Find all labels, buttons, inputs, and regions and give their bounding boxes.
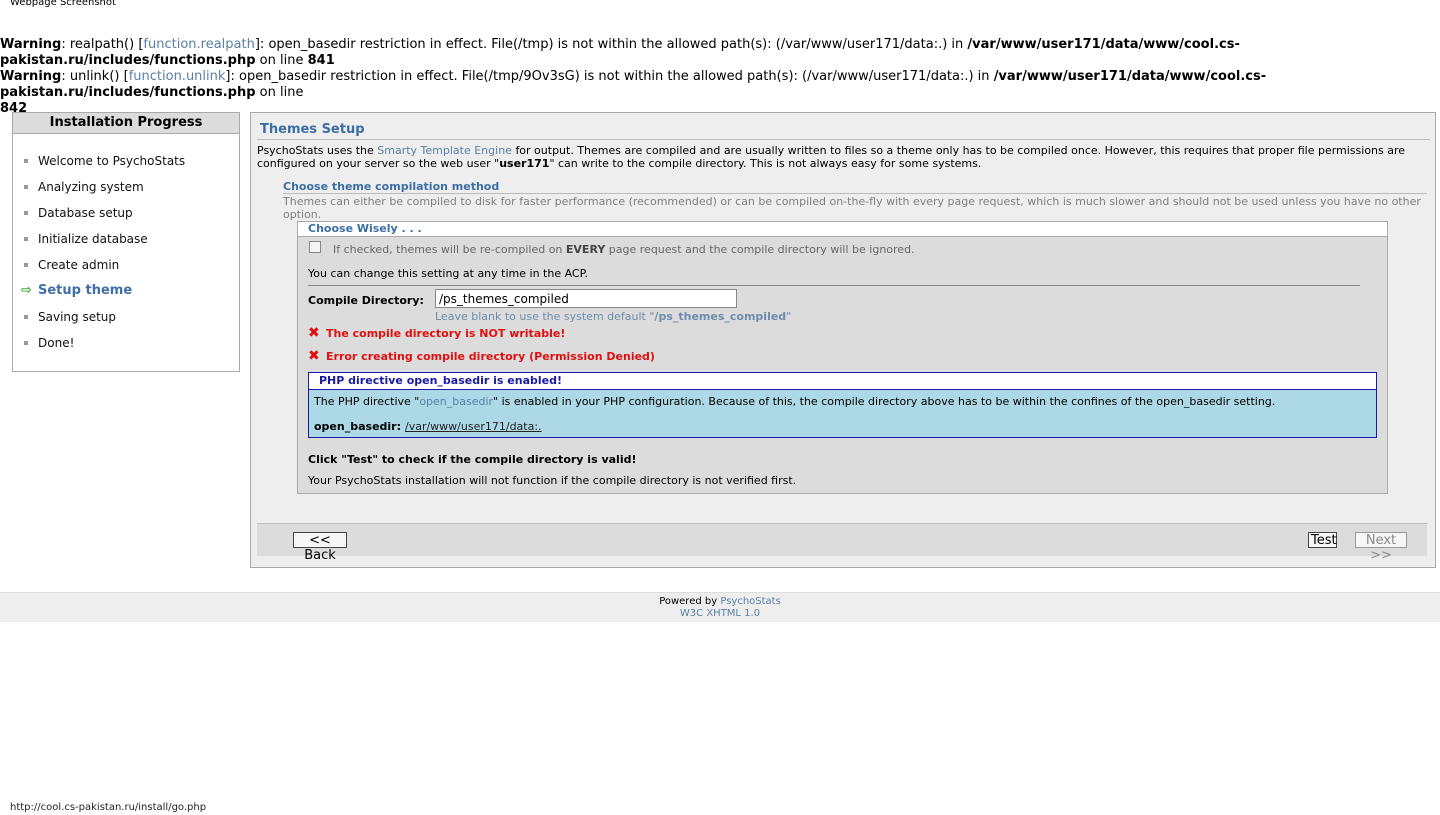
warning-on-line: on line [259, 85, 304, 100]
step-saving: Saving setup [13, 309, 239, 335]
page-title: Themes Setup [257, 119, 1430, 140]
step-label: Initialize database [38, 232, 148, 246]
test-note: Click "Test" to check if the compile dir… [308, 453, 637, 466]
open-basedir-title: PHP directive open_basedir is enabled! [309, 373, 1376, 390]
bullet-icon [24, 211, 28, 215]
error-text: Error creating compile directory (Permis… [326, 350, 655, 363]
bullet-icon [24, 315, 28, 319]
compile-directory-hint: Leave blank to use the system default "/… [435, 310, 791, 323]
bullet-icon [24, 263, 28, 267]
hint-default: /ps_themes_compiled [654, 310, 787, 323]
php-text-post: " is enabled in your PHP configuration. … [493, 395, 1276, 408]
error-x-icon: ✖ [308, 348, 320, 364]
open-basedir-value-row: open_basedir: /var/www/user171/data:. [314, 420, 542, 433]
error-not-writable: ✖ The compile directory is NOT writable! [308, 325, 566, 341]
psychostats-link[interactable]: PsychoStats [720, 596, 780, 607]
warning-line: 841 [307, 53, 335, 68]
hint-pre: Leave blank to use the system default " [435, 310, 655, 323]
step-database: Database setup [13, 205, 239, 231]
step-analyzing: Analyzing system [13, 179, 239, 205]
step-label: Setup theme [38, 283, 133, 298]
bullet-icon [24, 237, 28, 241]
step-setup-theme: ⇨ Setup theme [13, 283, 239, 309]
warning-func: realpath() [69, 37, 135, 52]
xhtml-link[interactable]: W3C XHTML 1.0 [680, 608, 760, 619]
intro-post: " can write to the compile directory. Th… [549, 157, 982, 170]
open-basedir-value[interactable]: /var/www/user171/data:. [405, 420, 542, 433]
step-welcome: Welcome to PsychoStats [13, 153, 239, 179]
next-button[interactable]: Next >> [1355, 532, 1407, 563]
step-done: Done! [13, 335, 239, 361]
step-label: Analyzing system [38, 180, 144, 194]
back-button[interactable]: << Back [293, 532, 347, 563]
php-warning: Warning: unlink() [function.unlink]: ope… [0, 69, 1267, 116]
bullet-icon [24, 159, 28, 163]
bullet-icon [24, 341, 28, 345]
open-basedir-link[interactable]: open_basedir [419, 395, 493, 408]
recompile-bold: EVERY [565, 243, 606, 256]
smarty-link[interactable]: Smarty Template Engine [377, 144, 512, 157]
step-label: Create admin [38, 258, 120, 272]
recompile-post: page request and the compile directory w… [608, 243, 915, 256]
footer: Powered by PsychoStats W3C XHTML 1.0 [0, 592, 1440, 622]
intro-text: PsychoStats uses the Smarty Template Eng… [257, 144, 1425, 170]
warning-label: Warning [0, 37, 62, 52]
warning-function-link[interactable]: function.unlink [129, 69, 226, 84]
themes-setup-panel: Themes Setup PsychoStats uses the Smarty… [250, 112, 1436, 568]
powered-label: Powered by [659, 596, 718, 607]
step-initialize: Initialize database [13, 231, 239, 257]
sidebar-title: Installation Progress [13, 113, 239, 134]
php-text-pre: The PHP directive " [314, 395, 420, 408]
change-note: You can change this setting at any time … [308, 267, 589, 280]
step-create-admin: Create admin [13, 257, 239, 283]
intro-user: user171 [499, 157, 550, 170]
step-label: Database setup [38, 206, 133, 220]
verify-note: Your PsychoStats installation will not f… [308, 474, 797, 487]
open-basedir-text: The PHP directive "open_basedir" is enab… [314, 395, 1275, 408]
warning-func: unlink() [69, 69, 120, 84]
error-x-icon: ✖ [308, 325, 320, 341]
compile-directory-input[interactable] [435, 289, 737, 308]
compile-directory-label: Compile Directory: [308, 294, 424, 307]
bullet-icon [24, 185, 28, 189]
recompile-checkbox[interactable] [309, 241, 321, 253]
step-list: Welcome to PsychoStats Analyzing system … [13, 153, 239, 361]
error-permission-denied: ✖ Error creating compile directory (Permi… [308, 348, 655, 364]
warning-on-line: on line [259, 53, 304, 68]
installation-progress-panel: Installation Progress Welcome to PsychoS… [12, 112, 240, 372]
open-basedir-label: open_basedir: [314, 420, 401, 433]
hint-post: " [786, 310, 792, 323]
button-bar: << Back Test Next >> [257, 523, 1427, 563]
powered-by: Powered by PsychoStats [0, 593, 1440, 608]
section-description: Themes can either be compiled to disk fo… [283, 195, 1421, 221]
window-title: Webpage Screenshot [10, 0, 116, 8]
choose-wisely-box: Choose Wisely . . . If checked, themes w… [297, 221, 1388, 494]
open-basedir-notice: PHP directive open_basedir is enabled! T… [308, 372, 1377, 438]
recompile-pre: If checked, themes will be re-compiled o… [333, 243, 563, 256]
warning-message: open_basedir restriction in effect. File… [239, 69, 990, 84]
warning-function-link[interactable]: function.realpath [143, 37, 254, 52]
section-title: Choose theme compilation method [283, 180, 1427, 194]
test-button[interactable]: Test [1308, 532, 1337, 548]
step-label: Done! [38, 336, 75, 350]
step-label: Saving setup [38, 310, 117, 324]
step-label: Welcome to PsychoStats [38, 154, 186, 168]
php-warning: Warning: realpath() [function.realpath]:… [0, 37, 1240, 68]
error-text: The compile directory is NOT writable! [326, 327, 566, 340]
status-bar-url: http://cool.cs-pakistan.ru/install/go.ph… [10, 802, 207, 813]
arrow-right-icon: ⇨ [21, 283, 32, 298]
intro-pre: PsychoStats uses the [257, 144, 374, 157]
divider [308, 285, 1360, 286]
recompile-label: If checked, themes will be re-compiled o… [333, 243, 915, 256]
warning-label: Warning [0, 69, 62, 84]
warning-message: open_basedir restriction in effect. File… [268, 37, 964, 52]
choose-wisely-title: Choose Wisely . . . [298, 222, 1387, 237]
